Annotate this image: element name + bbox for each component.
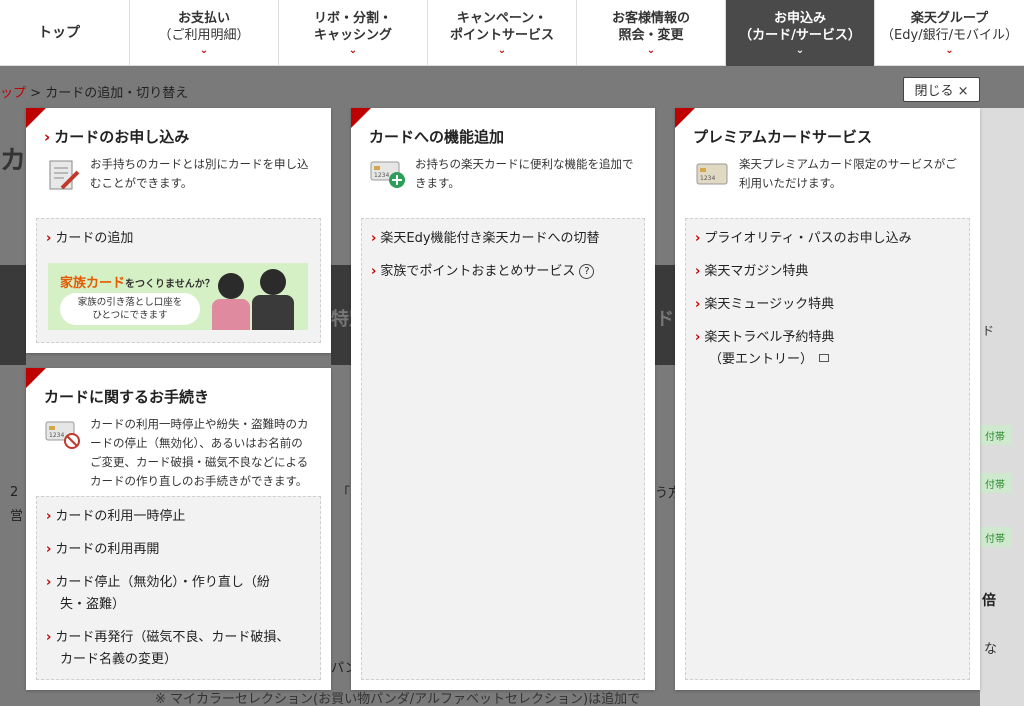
panel-title: カードに関するお手続き xyxy=(44,388,210,406)
bg-banner-left xyxy=(0,265,26,365)
panel-description: お手持ちのカードとは別にカードを申し込 むことができます。 xyxy=(90,157,309,190)
panel-title[interactable]: › カードのお申し込み xyxy=(44,126,189,147)
chevron-right-icon: › xyxy=(695,231,701,246)
chevron-down-icon: ⌄ xyxy=(497,45,507,56)
banner-pill: 家族の引き落とし口座を ひとつにできます xyxy=(60,293,200,325)
bg-text: な xyxy=(984,642,998,657)
link-card-reissue[interactable]: › カード再発行（磁気不良、カード破損、 xyxy=(46,628,289,648)
corner-mark xyxy=(26,108,46,128)
link-rakuten-magazine[interactable]: › 楽天マガジン特典 xyxy=(695,262,808,282)
link-rakuten-music[interactable]: › 楽天ミュージック特典 xyxy=(695,295,834,315)
bg-text: ド xyxy=(982,324,995,338)
panel-title: カードへの機能追加 xyxy=(369,128,505,146)
panel-procedures: カードに関するお手続き 1234 カードの利用一時停止や紛失・盗難時のカ ードの… xyxy=(26,368,331,690)
chevron-right-icon: › xyxy=(371,231,377,246)
link-resume-use[interactable]: › カードの利用再開 xyxy=(46,540,159,560)
link-card-stop-reissue-cont[interactable]: 失・盗難） xyxy=(60,595,125,615)
nav-top[interactable]: トップ xyxy=(0,0,130,66)
bg-heading: カ xyxy=(0,146,27,176)
chevron-right-icon: › xyxy=(46,630,52,645)
chevron-down-icon: ⌄ xyxy=(199,45,209,56)
chevron-down-icon: ⌄ xyxy=(348,45,358,56)
premium-card-icon: 1234 xyxy=(695,158,731,194)
panel-card-function: カードへの機能追加 1234 お持ちの楽天カードに便利な機能を追加で きます。 … xyxy=(351,108,655,690)
chevron-right-icon: › xyxy=(695,297,701,312)
link-card-reissue-cont[interactable]: カード名義の変更） xyxy=(60,650,177,670)
chevron-right-icon: › xyxy=(46,509,52,524)
bg-text: 「 xyxy=(337,486,351,501)
person-illustration xyxy=(260,269,286,295)
person-illustration xyxy=(218,273,244,299)
family-card-banner[interactable]: 家族カードをつくりませんか？ 家族の引き落とし口座を ひとつにできます xyxy=(48,263,308,330)
nav-revolving[interactable]: リボ・分割・ キャッシング ⌄ xyxy=(279,0,428,66)
corner-mark xyxy=(351,108,371,128)
chevron-right-icon: › xyxy=(44,128,51,146)
link-add-card[interactable]: › カードの追加 xyxy=(46,229,133,249)
chevron-right-icon: › xyxy=(371,264,377,279)
person-illustration xyxy=(252,295,294,330)
link-card-stop-reissue[interactable]: › カード停止（無効化）・作り直し（紛 xyxy=(46,573,270,593)
document-pen-icon xyxy=(46,158,82,198)
bg-text: 倍 xyxy=(982,593,996,609)
person-illustration xyxy=(212,299,250,330)
bg-note: ※ マイカラーセレクション(お買い物パンダ/アルファベットセレクション)は追加で xyxy=(155,692,641,706)
link-box xyxy=(361,218,645,680)
panel-description: カードの利用一時停止や紛失・盗難時のカ ードの停止（無効化）、あるいはお名前の … xyxy=(90,417,309,488)
nav-application[interactable]: お申込み （カード/サービス） ⌄ xyxy=(726,0,875,66)
external-link-icon xyxy=(819,354,830,362)
bg-text: 2 xyxy=(10,485,19,500)
link-box xyxy=(685,218,970,680)
status-badge: 付帯 xyxy=(978,473,1012,493)
nav-customer-info[interactable]: お客様情報の 照会・変更 ⌄ xyxy=(577,0,726,66)
status-badge: 付帯 xyxy=(978,425,1012,445)
status-badge: 付帯 xyxy=(978,527,1012,547)
chevron-right-icon: › xyxy=(695,330,701,345)
card-add-icon: 1234 xyxy=(369,158,407,194)
chevron-right-icon: › xyxy=(46,542,52,557)
breadcrumb-home-link[interactable]: ップ xyxy=(0,86,26,101)
nav-payment[interactable]: お支払い （ご利用明細） ⌄ xyxy=(130,0,279,66)
bg-right-column xyxy=(980,108,1024,706)
chevron-right-icon: › xyxy=(695,264,701,279)
svg-text:1234: 1234 xyxy=(700,175,715,182)
corner-mark xyxy=(26,368,46,388)
panel-description: 楽天プレミアムカード限定のサービスがご 利用いただけます。 xyxy=(739,157,957,190)
nav-rakuten-group[interactable]: 楽天グループ （Edy/銀行/モバイル） ⌄ xyxy=(875,0,1024,66)
chevron-right-icon: › xyxy=(46,575,52,590)
bg-text: ド xyxy=(656,309,674,330)
banner-headline: 家族カードをつくりませんか？ xyxy=(60,276,215,291)
link-temporary-stop[interactable]: › カードの利用一時停止 xyxy=(46,507,185,527)
card-stop-icon: 1234 xyxy=(44,420,82,454)
global-nav: トップ お支払い （ご利用明細） ⌄ リボ・分割・ キャッシング ⌄ キャンペー… xyxy=(0,0,1024,66)
link-priority-pass[interactable]: › プライオリティ・パスのお申し込み xyxy=(695,229,912,249)
panel-premium: プレミアムカードサービス 1234 楽天プレミアムカード限定のサービスがご 利用… xyxy=(675,108,980,690)
bg-text: 営 xyxy=(10,509,24,524)
link-family-points[interactable]: › 家族でポイントおまとめサービス? xyxy=(371,262,595,282)
chevron-down-icon: ⌄ xyxy=(795,45,805,56)
corner-mark xyxy=(675,108,695,128)
chevron-right-icon: › xyxy=(46,231,52,246)
link-rakuten-travel-entry[interactable]: （要エントリー） xyxy=(709,350,830,370)
link-rakuten-travel[interactable]: › 楽天トラベル予約特典 xyxy=(695,328,834,348)
link-edy-switch[interactable]: › 楽天Edy機能付き楽天カードへの切替 xyxy=(371,229,600,249)
chevron-down-icon: ⌄ xyxy=(646,45,656,56)
nav-campaign[interactable]: キャンペーン・ ポイントサービス ⌄ xyxy=(428,0,577,66)
breadcrumb: ップ > カードの追加・切り替え xyxy=(0,86,189,101)
svg-text:1234: 1234 xyxy=(49,432,64,439)
panel-title: プレミアムカードサービス xyxy=(693,128,872,146)
help-icon[interactable]: ? xyxy=(579,264,595,279)
chevron-down-icon: ⌄ xyxy=(945,45,954,56)
close-button[interactable]: 閉じる × xyxy=(903,77,980,102)
panel-description: お持ちの楽天カードに便利な機能を追加で きます。 xyxy=(415,157,634,190)
svg-text:1234: 1234 xyxy=(374,172,389,179)
